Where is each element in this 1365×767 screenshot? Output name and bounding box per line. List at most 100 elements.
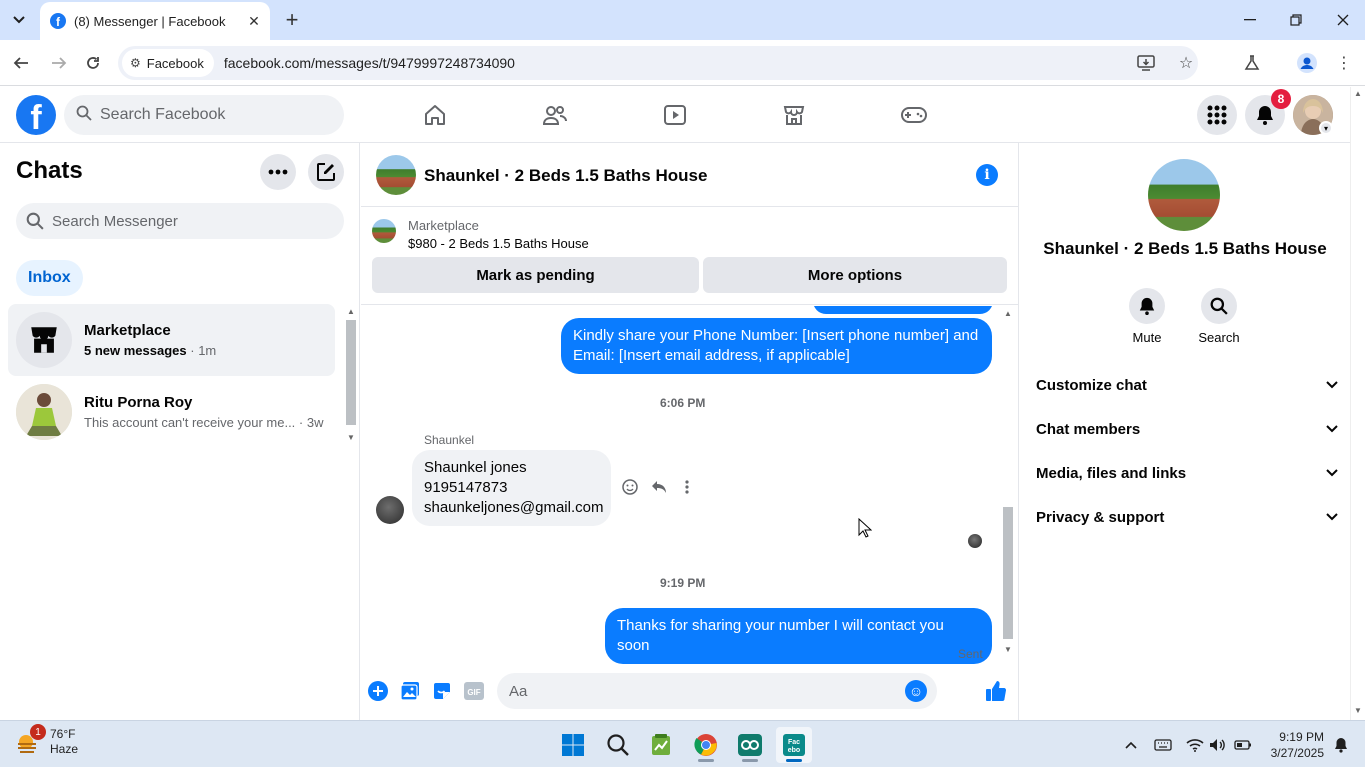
customize-chat-row[interactable]: Customize chat [1036,363,1338,407]
sticker-icon[interactable] [429,678,455,704]
browser-tab-messenger[interactable]: f (8) Messenger | Facebook ✕ [40,2,270,40]
chats-options-button[interactable] [260,154,296,190]
notification-center-icon[interactable] [1331,735,1351,755]
taskbar-app-infinity[interactable] [732,727,768,763]
conversation-scrollbar[interactable]: ▲ ▼ [1001,307,1015,659]
chat-preview: This account can't receive your me... · … [84,415,324,430]
scroll-up-icon[interactable]: ▲ [1354,89,1362,98]
gif-icon[interactable]: GIF [461,678,487,704]
wifi-icon[interactable] [1185,735,1205,755]
chat-members-row[interactable]: Chat members [1036,407,1338,451]
close-icon [1337,14,1349,26]
svg-text:ebo: ebo [788,747,800,754]
mute-button[interactable]: Mute [1117,288,1177,345]
tab-inbox[interactable]: Inbox [16,260,83,296]
profile-icon[interactable] [1295,50,1319,76]
start-button[interactable] [555,727,591,763]
scroll-up-icon[interactable]: ▲ [1004,309,1012,318]
info-icon[interactable]: i [976,164,998,186]
mark-as-pending-button[interactable]: Mark as pending [372,257,699,293]
marketplace-label: Marketplace [408,218,479,233]
svg-text:Fac: Fac [788,739,800,746]
scroll-up-icon[interactable]: ▲ [347,307,355,316]
chat-item-marketplace[interactable]: Marketplace 5 new messages · 1m [8,304,335,376]
reply-icon[interactable] [647,475,671,499]
conversation-title[interactable]: Shaunkel · 2 Beds 1.5 Baths House [424,166,707,186]
row-label: Chat members [1036,420,1141,438]
notifications-button[interactable]: 8 [1245,89,1291,135]
labs-flask-icon[interactable] [1240,50,1264,76]
reload-button[interactable] [80,50,106,76]
minimize-button[interactable] [1235,6,1265,34]
emoji-icon[interactable]: ☺ [905,680,927,702]
temperature: 76°F [50,727,76,741]
page-scrollbar[interactable]: ▲ ▼ [1350,87,1365,720]
close-window-button[interactable] [1328,6,1358,34]
new-message-button[interactable] [308,154,344,190]
message-input[interactable]: Aa ☺ [497,673,937,709]
weather-widget[interactable]: 1 76°F Haze [14,724,78,757]
scroll-down-icon[interactable]: ▼ [1354,706,1362,715]
tab-close-icon[interactable]: ✕ [244,11,264,31]
system-clock[interactable]: 9:19 PM 3/27/2025 [1262,729,1324,761]
browser-menu-icon[interactable]: ⋮ [1332,50,1356,76]
chats-sidebar: Chats Search Messenger Inbox Marketplace… [0,143,360,720]
scrollbar-thumb[interactable] [346,320,356,425]
restore-button[interactable] [1281,6,1311,34]
nav-video[interactable] [655,97,695,133]
bell-icon [1257,106,1273,125]
scrollbar-thumb[interactable] [1003,507,1013,639]
listing-avatar[interactable] [376,155,416,195]
scroll-down-icon[interactable]: ▼ [347,433,355,442]
bookmark-star-icon[interactable]: ☆ [1174,50,1198,76]
tab-search-button[interactable] [6,8,32,32]
volume-icon[interactable] [1208,735,1228,755]
taskbar-search-button[interactable] [600,727,636,763]
account-chevron-down-icon[interactable]: ▾ [1319,121,1333,135]
home-icon [425,105,445,125]
install-app-icon[interactable] [1134,50,1158,76]
chat-item-ritu-porna-roy[interactable]: Ritu Porna Roy This account can't receiv… [8,376,335,448]
facebook-logo-icon[interactable]: f [16,95,56,135]
menu-button[interactable] [1197,95,1237,135]
battery-icon[interactable] [1233,735,1253,755]
chats-scrollbar[interactable]: ▲ ▼ [344,305,358,447]
taskbar-app-facebook[interactable]: Fac ebo [776,727,812,763]
site-info-chip[interactable]: ⚙ Facebook [122,49,214,77]
new-tab-button[interactable]: + [280,7,304,32]
message-line: shaunkeljones@gmail.com [424,499,604,516]
show-hidden-icons-chevron-up-icon[interactable] [1121,735,1141,755]
facebook-search-input[interactable]: Search Facebook [64,95,344,135]
back-button[interactable] [8,50,34,76]
nav-friends[interactable] [535,97,575,133]
address-bar[interactable]: ⚙ Facebook facebook.com/messages/t/94799… [118,46,1198,80]
keyboard-icon[interactable] [1153,735,1173,755]
messenger-search-input[interactable]: Search Messenger [16,203,344,239]
scroll-down-icon[interactable]: ▼ [1004,645,1012,654]
sender-avatar[interactable] [376,496,404,524]
taskbar-app-notes[interactable] [643,727,679,763]
react-smile-icon[interactable] [618,475,642,499]
more-vertical-icon[interactable] [675,475,699,499]
chat-name: Ritu Porna Roy [84,394,193,411]
media-files-links-row[interactable]: Media, files and links [1036,451,1338,495]
nav-gaming[interactable] [894,97,934,133]
grid-menu-icon [1207,105,1227,125]
taskbar-app-chrome[interactable] [688,727,724,763]
privacy-support-row[interactable]: Privacy & support [1036,495,1338,539]
nav-home[interactable] [415,97,455,133]
listing-thumbnail[interactable] [372,219,396,243]
url-text[interactable]: facebook.com/messages/t/9479997248734090 [224,55,515,71]
search-in-conversation-button[interactable]: Search [1189,288,1249,345]
attach-photo-icon[interactable] [397,678,423,704]
running-indicator [698,759,714,762]
add-more-icon[interactable] [365,678,391,704]
forward-button[interactable] [46,50,72,76]
listing-price-title[interactable]: $980 - 2 Beds 1.5 Baths House [408,236,589,251]
timestamp: 6:06 PM [660,396,706,410]
timestamp: 9:19 PM [660,576,706,590]
nav-marketplace[interactable] [774,97,814,133]
like-thumbs-up-icon[interactable] [983,678,1009,704]
listing-profile-image[interactable] [1148,159,1220,231]
more-options-button[interactable]: More options [703,257,1007,293]
